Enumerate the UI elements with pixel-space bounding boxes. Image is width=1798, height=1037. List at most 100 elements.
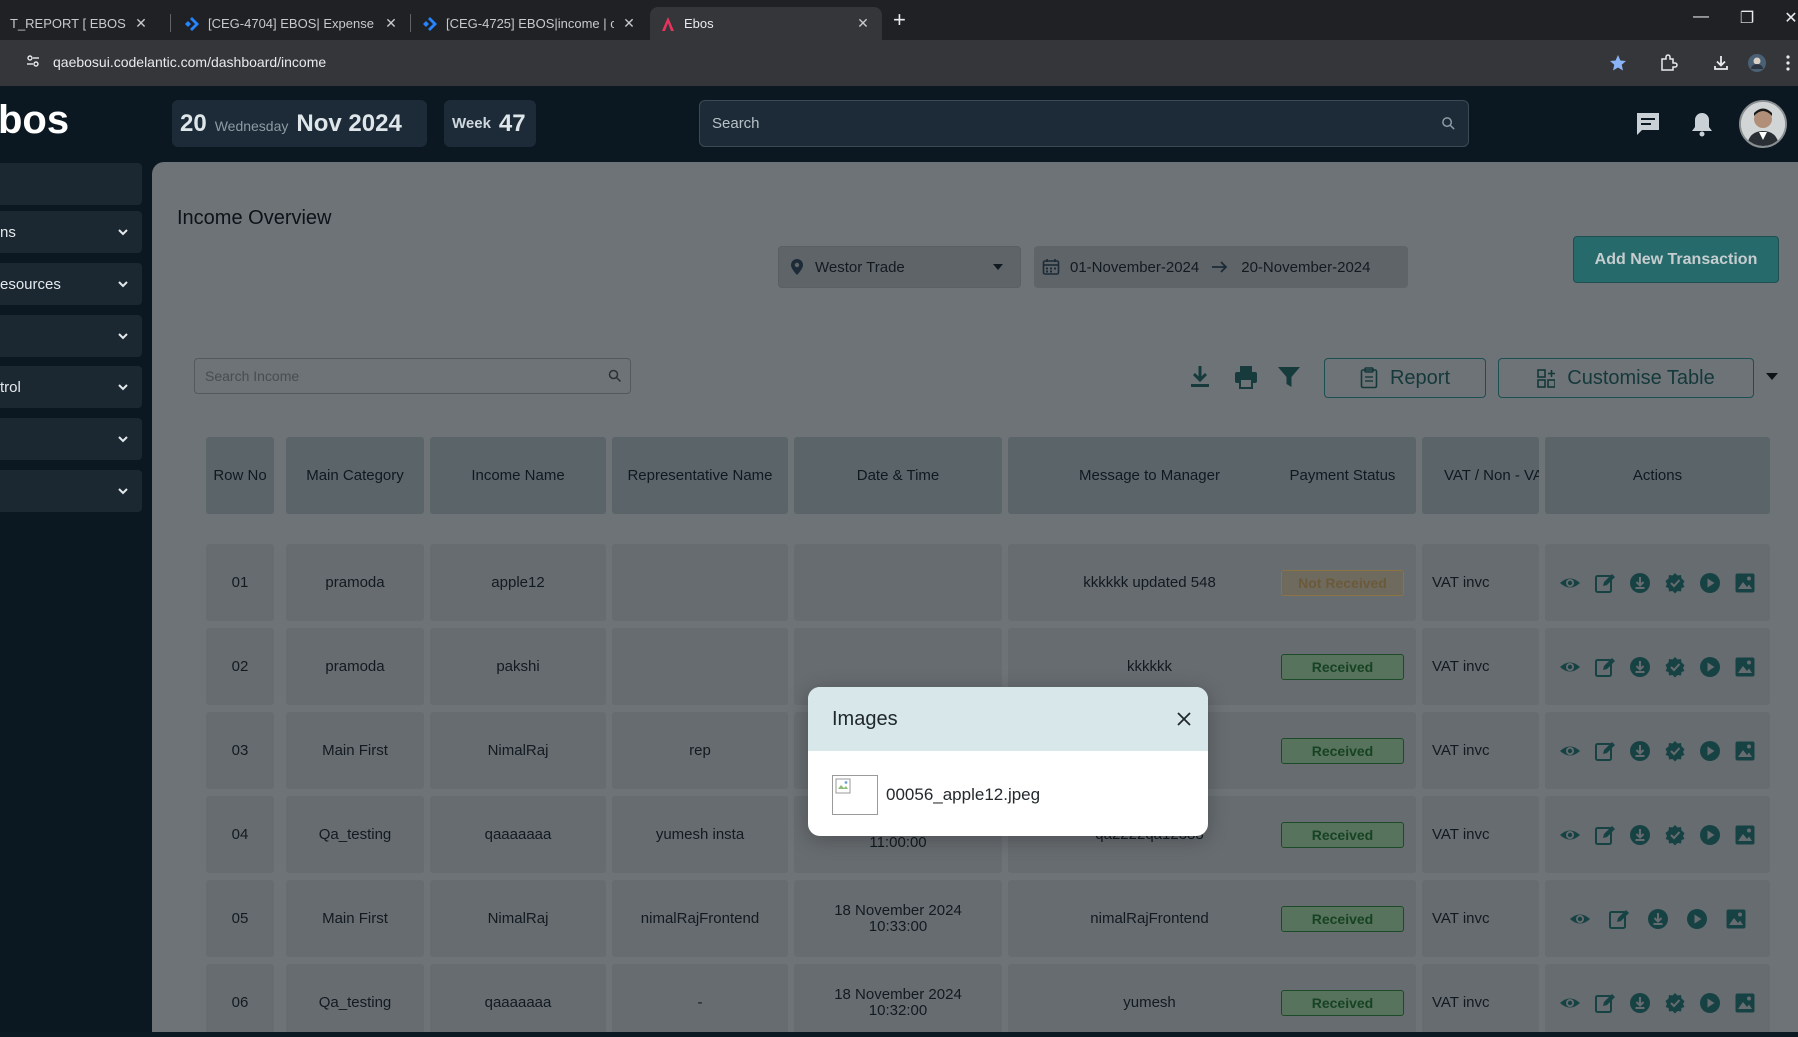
image-thumbnail[interactable]	[832, 775, 878, 815]
view-icon[interactable]	[1569, 908, 1591, 930]
view-icon[interactable]	[1559, 656, 1581, 678]
sidebar-item[interactable]: ns	[0, 211, 142, 253]
download-icon[interactable]	[1629, 572, 1651, 594]
edit-icon[interactable]	[1594, 740, 1616, 762]
approve-icon[interactable]	[1664, 656, 1686, 678]
cell-text: VAT invc	[1432, 741, 1490, 759]
chat-icon[interactable]	[1634, 110, 1662, 138]
global-search	[699, 100, 1469, 147]
customise-table-button[interactable]: Customise Table	[1498, 358, 1754, 398]
app-logo[interactable]: bos	[0, 98, 69, 143]
download-icon[interactable]	[1629, 656, 1651, 678]
caret-down-icon[interactable]	[1765, 370, 1779, 382]
profile-icon[interactable]	[1747, 53, 1767, 73]
edit-icon[interactable]	[1594, 992, 1616, 1014]
view-icon[interactable]	[1559, 824, 1581, 846]
column-header[interactable]: Row No	[206, 437, 274, 514]
row-actions	[1569, 908, 1747, 930]
play-icon[interactable]	[1699, 992, 1721, 1014]
edit-icon[interactable]	[1608, 908, 1630, 930]
column-header[interactable]: Income Name	[430, 437, 606, 514]
column-header[interactable]: Actions	[1545, 437, 1770, 514]
search-icon[interactable]	[1441, 116, 1456, 131]
extensions-icon[interactable]	[1658, 53, 1678, 73]
play-icon[interactable]	[1699, 824, 1721, 846]
sidebar-item-control[interactable]: trol	[0, 366, 142, 408]
column-header[interactable]: Date & Time	[794, 437, 1002, 514]
site-settings-icon[interactable]	[26, 54, 40, 68]
restore-button[interactable]: ❐	[1732, 8, 1762, 28]
date-range-picker[interactable]: 01-November-2024 20-November-2024	[1034, 246, 1408, 288]
notification-bell-icon[interactable]	[1688, 110, 1716, 138]
approve-icon[interactable]	[1664, 824, 1686, 846]
image-icon[interactable]	[1734, 572, 1756, 594]
download-icon[interactable]	[1629, 824, 1651, 846]
play-icon[interactable]	[1699, 740, 1721, 762]
play-icon[interactable]	[1699, 656, 1721, 678]
print-icon[interactable]	[1232, 363, 1260, 391]
more-menu-icon[interactable]	[1784, 53, 1792, 73]
url-field[interactable]: qaebosui.codelantic.com/dashboard/income	[53, 54, 326, 70]
user-avatar[interactable]	[1739, 100, 1787, 148]
edit-icon[interactable]	[1594, 656, 1616, 678]
cell-text: kkkkkk	[1127, 657, 1172, 675]
download-icon[interactable]	[1629, 992, 1651, 1014]
table-cell-name: apple12	[430, 544, 606, 621]
view-icon[interactable]	[1559, 740, 1581, 762]
close-icon[interactable]: ✕	[620, 15, 638, 32]
close-icon[interactable]	[1176, 711, 1192, 727]
image-icon[interactable]	[1725, 908, 1747, 930]
branch-select[interactable]: Westor Trade	[778, 246, 1021, 288]
sidebar-item[interactable]	[0, 418, 142, 460]
image-icon[interactable]	[1734, 824, 1756, 846]
search-icon[interactable]	[608, 369, 622, 383]
global-search-input[interactable]	[700, 101, 1420, 146]
close-window-button[interactable]: ✕	[1776, 8, 1798, 28]
sidebar-item-resources[interactable]: esources	[0, 263, 142, 305]
image-file-name[interactable]: 00056_apple12.jpeg	[886, 785, 1040, 805]
new-tab-button[interactable]: +	[893, 8, 906, 32]
browser-tab[interactable]: [CEG-4704] EBOS| Expense | Exp ✕	[174, 7, 410, 40]
download-icon[interactable]	[1629, 740, 1651, 762]
table-cell-message: yumesh	[1008, 964, 1291, 1032]
sidebar-item[interactable]	[0, 315, 142, 357]
view-icon[interactable]	[1559, 572, 1581, 594]
edit-icon[interactable]	[1594, 824, 1616, 846]
image-icon[interactable]	[1734, 656, 1756, 678]
view-icon[interactable]	[1559, 992, 1581, 1014]
browser-tab-active[interactable]: Ebos ✕	[650, 7, 882, 40]
filter-icon[interactable]	[1275, 363, 1303, 391]
minimize-button[interactable]: —	[1686, 8, 1716, 26]
browser-tab[interactable]: T_REPORT [ EBOS ] - Goo ✕	[0, 7, 160, 40]
cell-text: 06	[231, 993, 249, 1011]
page-title: Income Overview	[177, 207, 332, 229]
column-header[interactable]: Representative Name	[612, 437, 788, 514]
column-header[interactable]: VAT / Non - VA	[1422, 437, 1539, 514]
approve-icon[interactable]	[1664, 740, 1686, 762]
approve-icon[interactable]	[1664, 572, 1686, 594]
income-search-input[interactable]	[195, 359, 595, 393]
report-button[interactable]: Report	[1324, 358, 1486, 398]
cell-text: Main First	[322, 741, 388, 759]
download-icon[interactable]	[1647, 908, 1669, 930]
close-icon[interactable]: ✕	[132, 15, 150, 32]
play-icon[interactable]	[1699, 572, 1721, 594]
download-icon[interactable]	[1186, 363, 1214, 391]
sidebar-item[interactable]	[0, 470, 142, 512]
bookmark-star-icon[interactable]	[1608, 53, 1628, 73]
download-icon[interactable]	[1711, 53, 1731, 73]
browser-tab[interactable]: [CEG-4725] EBOS|income | over ✕	[412, 7, 648, 40]
edit-icon[interactable]	[1594, 572, 1616, 594]
image-icon[interactable]	[1734, 740, 1756, 762]
close-icon[interactable]: ✕	[854, 15, 872, 32]
column-header[interactable]: Main Category	[286, 437, 424, 514]
play-icon[interactable]	[1686, 908, 1708, 930]
image-icon[interactable]	[1734, 992, 1756, 1014]
column-header[interactable]: Payment Status	[1269, 437, 1416, 514]
close-icon[interactable]: ✕	[382, 15, 400, 32]
approve-icon[interactable]	[1664, 992, 1686, 1014]
table-cell-category: Qa_testing	[286, 796, 424, 873]
column-header[interactable]: Message to Manager	[1008, 437, 1291, 514]
sidebar-item[interactable]	[0, 163, 142, 205]
add-new-transaction-button[interactable]: Add New Transaction	[1573, 236, 1779, 283]
